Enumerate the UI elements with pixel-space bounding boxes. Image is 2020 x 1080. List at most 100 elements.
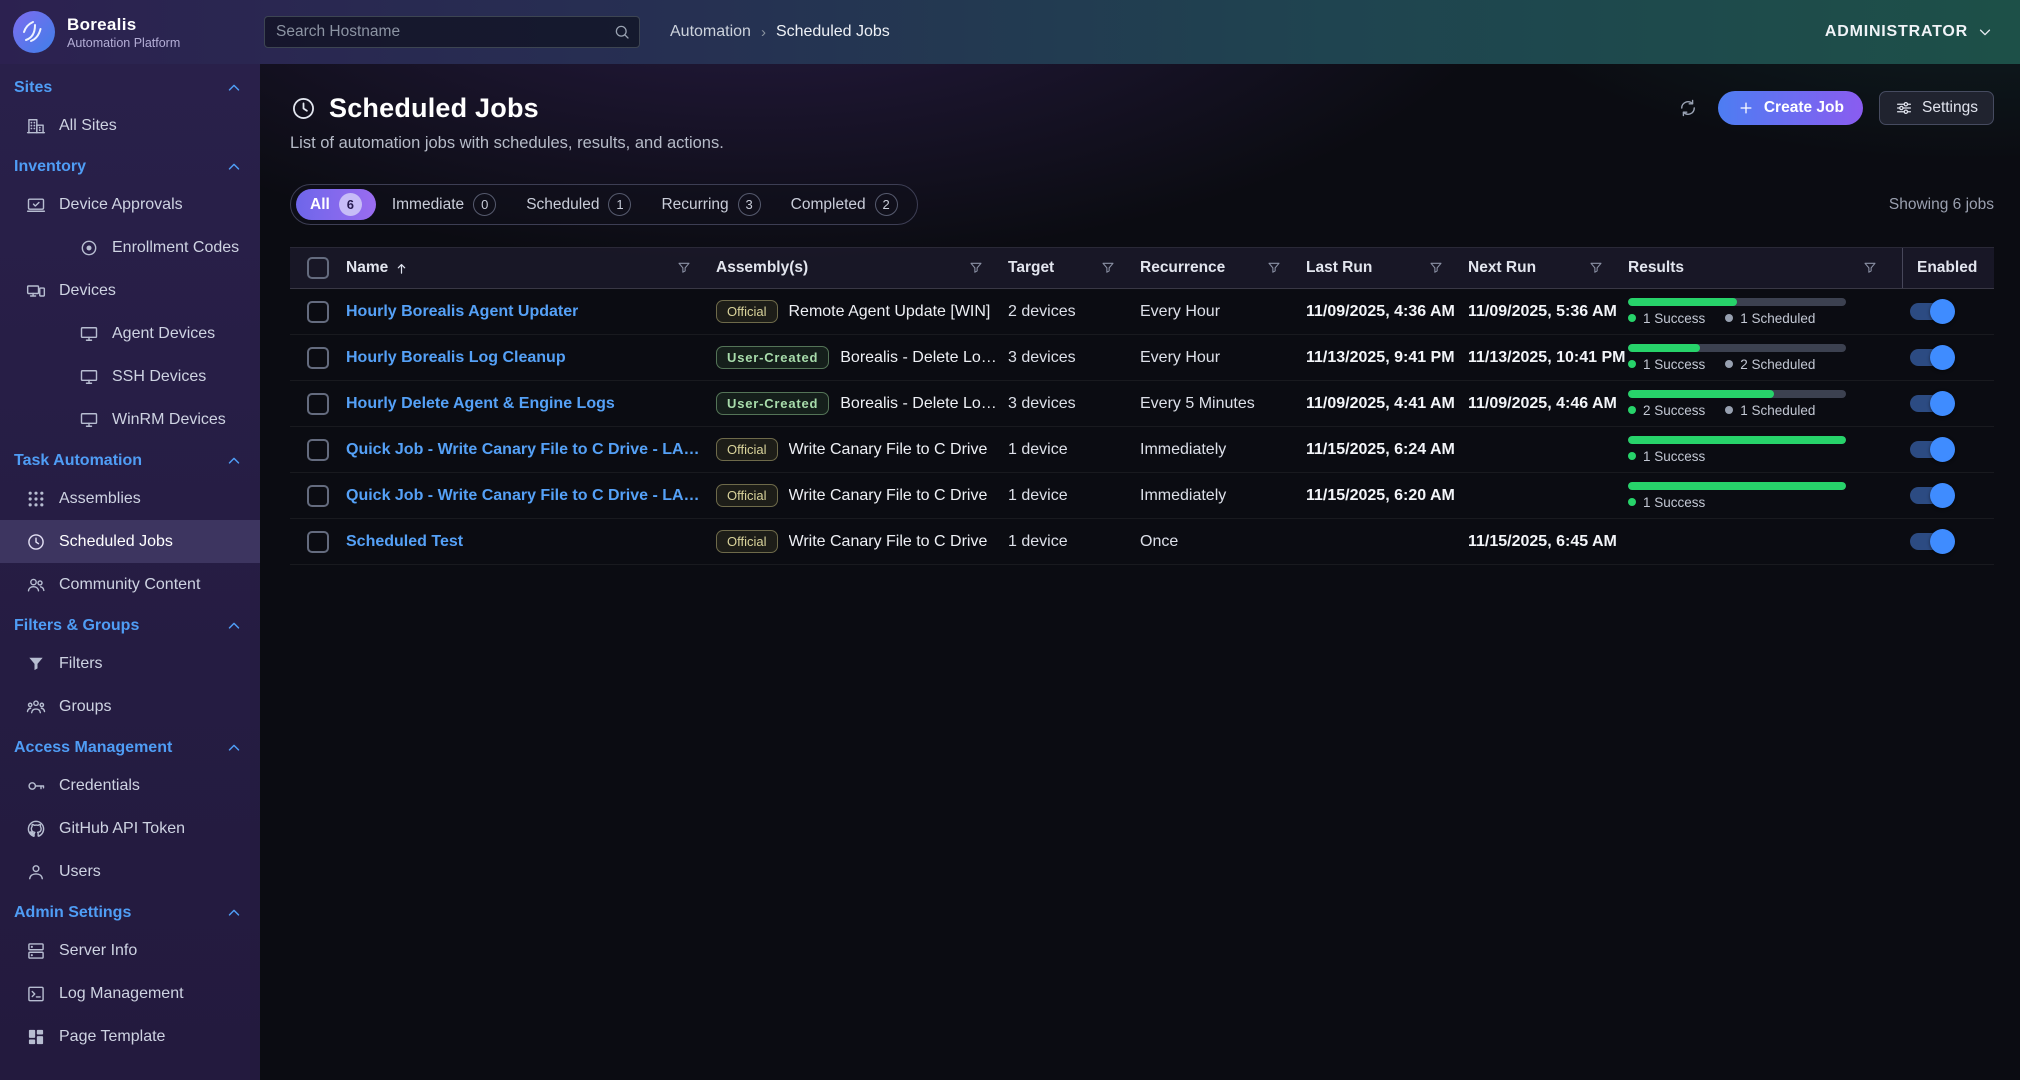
sidebar-item-community-content[interactable]: Community Content (0, 563, 260, 606)
assembly-name: Write Canary File to C Drive (789, 441, 988, 459)
filter-icon[interactable] (1428, 260, 1444, 276)
next-run-cell: 11/13/2025, 10:41 PM (1468, 349, 1625, 367)
sort-asc-icon[interactable] (393, 260, 410, 277)
success-label: 1 Success (1643, 357, 1705, 372)
scheduled-label: 1 Scheduled (1740, 403, 1815, 418)
job-name-link[interactable]: Hourly Delete Agent & Engine Logs (346, 395, 615, 413)
target-cell: 3 devices (1008, 349, 1076, 367)
sidebar-item-credentials[interactable]: Credentials (0, 764, 260, 807)
job-name-link[interactable]: Hourly Borealis Log Cleanup (346, 349, 566, 367)
column-header-last-run[interactable]: Last Run (1306, 259, 1372, 277)
last-run-cell: 11/15/2025, 6:20 AM (1306, 487, 1455, 505)
filter-icon[interactable] (1266, 260, 1282, 276)
user-menu-label: ADMINISTRATOR (1825, 23, 1968, 41)
settings-button[interactable]: Settings (1879, 91, 1994, 125)
next-run-cell: 11/15/2025, 6:45 AM (1468, 533, 1617, 551)
sidebar-item-label: Page Template (59, 1028, 165, 1046)
tab-scheduled[interactable]: Scheduled 1 (512, 189, 645, 220)
sidebar-item-users[interactable]: Users (0, 850, 260, 893)
enabled-toggle[interactable] (1910, 395, 1952, 412)
success-label: 2 Success (1643, 403, 1705, 418)
success-dot (1628, 498, 1636, 506)
row-checkbox[interactable] (307, 301, 329, 323)
assembly-badge: Official (716, 484, 778, 507)
job-name-link[interactable]: Quick Job - Write Canary File to C Drive… (346, 487, 706, 505)
tab-immediate[interactable]: Immediate 0 (378, 189, 510, 220)
assembly-name: Write Canary File to C Drive (789, 533, 988, 551)
success-dot (1628, 452, 1636, 460)
scheduled-dot (1725, 360, 1733, 368)
target-cell: 1 device (1008, 533, 1068, 551)
tab-completed[interactable]: Completed 2 (777, 189, 912, 220)
settings-label: Settings (1922, 99, 1978, 117)
app-logo[interactable]: Borealis Automation Platform (0, 10, 260, 54)
row-checkbox[interactable] (307, 439, 329, 461)
filter-icon[interactable] (1100, 260, 1116, 276)
sidebar-section-filters-groups[interactable]: Filters & Groups (0, 606, 260, 642)
sidebar-item-ssh-devices[interactable]: SSH Devices (0, 355, 260, 398)
sidebar-item-device-approvals[interactable]: Device Approvals (0, 183, 260, 226)
enabled-toggle[interactable] (1910, 533, 1952, 550)
column-header-name[interactable]: Name (346, 259, 388, 277)
target-cell: 3 devices (1008, 395, 1076, 413)
refresh-button[interactable] (1674, 94, 1702, 122)
sidebar-item-scheduled-jobs[interactable]: Scheduled Jobs (0, 520, 260, 563)
sidebar-item-winrm-devices[interactable]: WinRM Devices (0, 398, 260, 441)
create-job-button[interactable]: Create Job (1718, 91, 1863, 125)
column-header-assembly[interactable]: Assembly(s) (716, 259, 808, 277)
select-all-checkbox[interactable] (307, 257, 329, 279)
sidebar-item-github-api-token[interactable]: GitHub API Token (0, 807, 260, 850)
job-name-link[interactable]: Hourly Borealis Agent Updater (346, 303, 578, 321)
sidebar-item-label: Filters (59, 655, 103, 673)
search-icon (613, 23, 631, 41)
sidebar-item-label: Assemblies (59, 490, 141, 508)
sidebar-item-enrollment-codes[interactable]: Enrollment Codes (0, 226, 260, 269)
sidebar-item-assemblies[interactable]: Assemblies (0, 477, 260, 520)
sidebar-item-all-sites[interactable]: All Sites (0, 104, 260, 147)
column-header-target[interactable]: Target (1008, 259, 1054, 277)
user-icon (26, 862, 46, 882)
sidebar-section-access-management[interactable]: Access Management (0, 728, 260, 764)
enabled-toggle[interactable] (1910, 441, 1952, 458)
sidebar: Sites All Sites Inventory Device Approva… (0, 64, 260, 1080)
enabled-toggle[interactable] (1910, 303, 1952, 320)
filter-icon[interactable] (968, 260, 984, 276)
tab-all[interactable]: All 6 (296, 189, 376, 220)
sidebar-section-admin-settings[interactable]: Admin Settings (0, 893, 260, 929)
tab-count-badge: 2 (875, 193, 898, 216)
search-input[interactable] (264, 16, 640, 48)
filter-icon[interactable] (1862, 260, 1878, 276)
row-checkbox[interactable] (307, 485, 329, 507)
filter-icon[interactable] (676, 260, 692, 276)
user-menu[interactable]: ADMINISTRATOR (1825, 23, 1994, 41)
job-name-link[interactable]: Quick Job - Write Canary File to C Drive… (346, 441, 706, 459)
column-header-next-run[interactable]: Next Run (1468, 259, 1536, 277)
job-name-link[interactable]: Scheduled Test (346, 533, 463, 551)
breadcrumb-automation[interactable]: Automation (670, 23, 751, 41)
enabled-toggle[interactable] (1910, 487, 1952, 504)
column-header-results[interactable]: Results (1628, 259, 1684, 277)
tab-count-badge: 6 (339, 193, 362, 216)
sidebar-section-inventory[interactable]: Inventory (0, 147, 260, 183)
sidebar-item-page-template[interactable]: Page Template (0, 1015, 260, 1058)
sidebar-item-agent-devices[interactable]: Agent Devices (0, 312, 260, 355)
circle-dot-icon (79, 238, 99, 258)
tab-label: Recurring (661, 196, 728, 214)
sidebar-item-filters[interactable]: Filters (0, 642, 260, 685)
sidebar-item-log-management[interactable]: Log Management (0, 972, 260, 1015)
tab-recurring[interactable]: Recurring 3 (647, 189, 774, 220)
sidebar-item-devices[interactable]: Devices (0, 269, 260, 312)
borealis-logo-icon (12, 10, 56, 54)
enabled-toggle[interactable] (1910, 349, 1952, 366)
sidebar-item-groups[interactable]: Groups (0, 685, 260, 728)
target-cell: 1 device (1008, 487, 1068, 505)
column-header-recurrence[interactable]: Recurrence (1140, 259, 1225, 277)
row-checkbox[interactable] (307, 393, 329, 415)
filter-icon[interactable] (1588, 260, 1604, 276)
row-checkbox[interactable] (307, 531, 329, 553)
row-checkbox[interactable] (307, 347, 329, 369)
sidebar-section-sites[interactable]: Sites (0, 68, 260, 104)
sidebar-item-server-info[interactable]: Server Info (0, 929, 260, 972)
sidebar-section-task-automation[interactable]: Task Automation (0, 441, 260, 477)
main-content: Scheduled Jobs Create Job Settings List … (260, 64, 2020, 1080)
